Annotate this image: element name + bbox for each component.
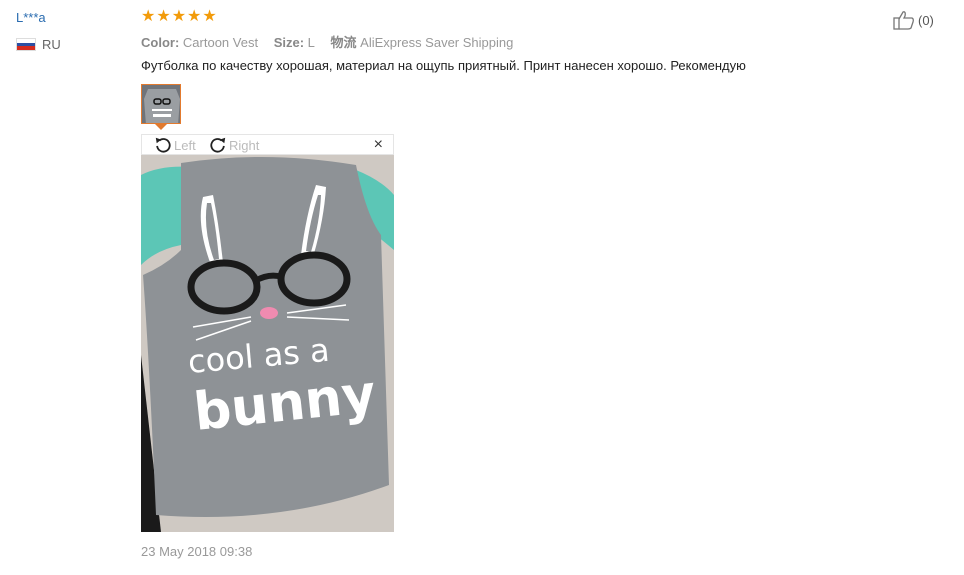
thumbnail-caret [155,124,167,130]
rotate-right-icon [210,137,226,153]
thumbnail-image [142,85,180,123]
star-rating: ★ ★ ★ ★ ★ [141,7,217,27]
star-icon: ★ [141,8,156,25]
country-code: RU [42,37,61,52]
star-icon: ★ [202,8,217,25]
helpful-count: (0) [918,12,934,28]
star-icon: ★ [187,8,202,25]
review-text: Футболка по качеству хорошая, материал н… [141,58,746,73]
rotate-right-button[interactable]: Right [209,136,259,154]
review-date: 23 May 2018 09:38 [141,544,253,559]
helpful-button[interactable]: (0) [893,10,934,30]
star-icon: ★ [156,8,171,25]
close-viewer-button[interactable]: × [374,135,383,155]
size-label: Size: [273,35,305,50]
size-value: L [307,35,315,50]
reviewer: L***a [16,9,46,27]
order-attributes: Color: Cartoon Vest Size: L 物流 AliExpres… [141,32,513,51]
photo-thumbnail[interactable] [141,84,181,124]
thumbs-up-icon [893,11,914,30]
image-viewer-toolbar: Left Right × [141,134,394,155]
rotate-right-label: Right [229,137,260,153]
shipping-value: AliExpress Saver Shipping [360,35,514,50]
shipping-label: 物流 [330,35,357,50]
star-icon: ★ [171,8,187,25]
rotate-left-button[interactable]: Left [154,136,196,154]
rotate-left-icon [155,137,171,153]
rotate-left-label: Left [174,137,196,153]
reviewer-country: RU [16,37,61,52]
review-photo-image: cool as a bunny [141,155,394,532]
reviewer-name[interactable]: L***a [16,10,46,25]
color-label: Color: [141,35,180,50]
color-value: Cartoon Vest [182,35,259,50]
russia-flag-icon [16,38,36,51]
review-photo: cool as a bunny [141,155,394,532]
